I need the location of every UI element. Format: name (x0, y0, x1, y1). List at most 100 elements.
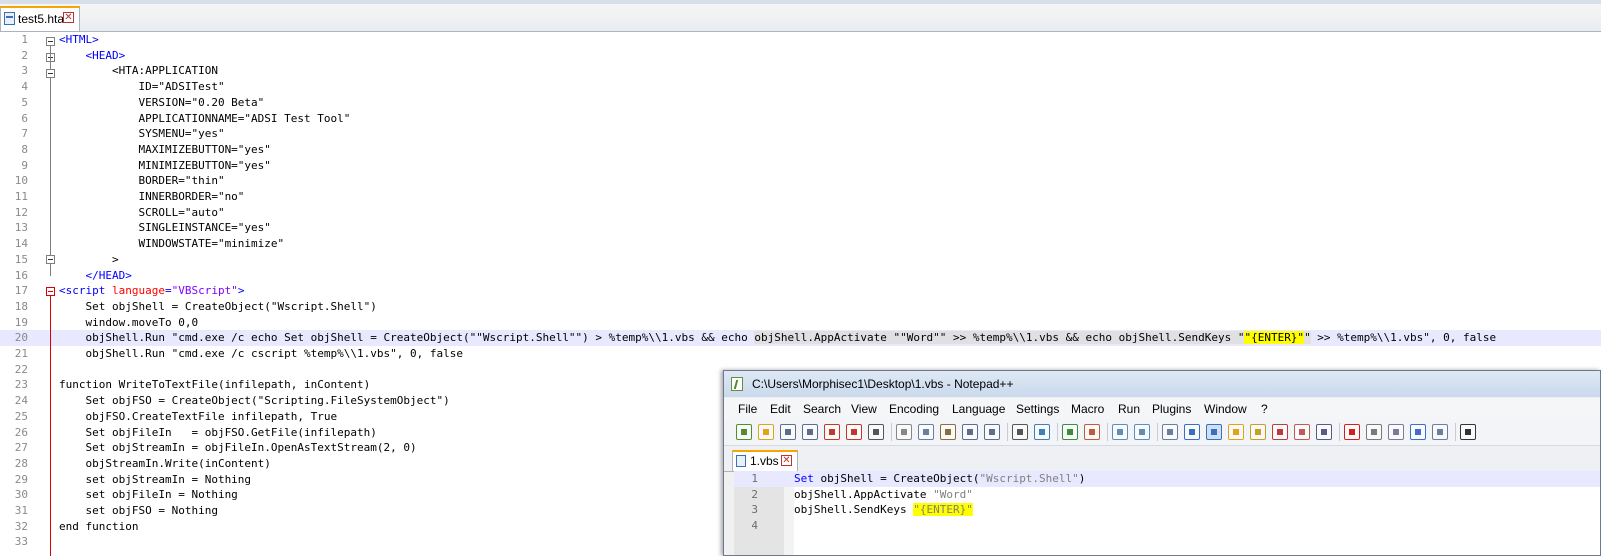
code-line[interactable]: 1 Set objShell = CreateObject("Wscript.Sh… (734, 471, 1600, 487)
print-icon[interactable] (868, 424, 884, 440)
save-all-icon[interactable] (802, 424, 818, 440)
code-line[interactable]: 6 APPLICATIONNAME="ADSI Test Tool" (0, 111, 1601, 127)
tab-test5-hta[interactable]: test5.hta ✕ (0, 6, 80, 31)
doc-map-icon-glyph (1255, 429, 1261, 435)
new-file-icon[interactable] (736, 424, 752, 440)
fold-collapse-icon[interactable] (46, 255, 55, 264)
code-token: "VBScript" (171, 284, 238, 298)
sync-vertical-icon[interactable] (1112, 424, 1128, 440)
print-icon-glyph (873, 429, 879, 435)
folder-workspace-icon[interactable] (1294, 424, 1310, 440)
menu-bar: File Edit Search View Encoding Language … (724, 398, 1600, 419)
code-line[interactable]: 10 BORDER="thin" (0, 173, 1601, 189)
toolbar-separator (1057, 423, 1058, 441)
code-line[interactable]: 7 SYSMENU="yes" (0, 126, 1601, 142)
code-line[interactable]: 1 <HTML> (0, 32, 1601, 48)
play-macro-icon[interactable] (1388, 424, 1404, 440)
user-lang-icon[interactable] (1228, 424, 1244, 440)
window-title-bar[interactable]: C:\Users\Morphisec1\Desktop\1.vbs - Note… (724, 371, 1600, 397)
save-macro-icon[interactable] (1432, 424, 1448, 440)
code-token: <HTA:APPLICATION (59, 64, 218, 78)
code-line[interactable]: 2 <HEAD> (0, 48, 1601, 64)
code-line[interactable]: 18 Set objShell = CreateObject("Wscript.… (0, 299, 1601, 315)
fold-collapse-icon[interactable] (46, 287, 55, 296)
code-line[interactable]: 20 objShell.Run "cmd.exe /c echo Set obj… (0, 330, 1601, 346)
menu-edit[interactable]: Edit (770, 402, 791, 416)
word-wrap-icon[interactable] (1162, 424, 1178, 440)
code-line[interactable]: 21 objShell.Run "cmd.exe /c cscript %tem… (0, 346, 1601, 362)
replace-icon[interactable] (1034, 424, 1050, 440)
indent-guide-icon[interactable] (1206, 424, 1222, 440)
line-number: 24 (14, 394, 28, 408)
code-token: objShell = CreateObject( (813, 472, 980, 485)
line-number: 6 (21, 111, 28, 125)
stop-macro-icon[interactable] (1366, 424, 1382, 440)
code-line[interactable]: 8 MAXIMIZEBUTTON="yes" (0, 142, 1601, 158)
code-line[interactable]: 3 <HTA:APPLICATION (0, 63, 1601, 79)
code-token: <HEAD> (85, 48, 126, 62)
code-token: objShell.AppActivate ""Word"" >> %temp%\… (754, 331, 1245, 345)
show-all-chars-icon[interactable] (1184, 424, 1200, 440)
saved-file-icon (736, 455, 746, 467)
code-line[interactable]: 12 SCROLL="auto" (0, 205, 1601, 221)
fold-collapse-icon[interactable] (46, 37, 55, 46)
redo-icon[interactable] (984, 424, 1000, 440)
notepadpp-editor[interactable]: 1 Set objShell = CreateObject("Wscript.Sh… (734, 471, 1600, 555)
code-line[interactable]: 4 (734, 518, 1600, 534)
code-line[interactable]: 19 window.moveTo 0,0 (0, 315, 1601, 331)
code-line[interactable]: 14 WINDOWSTATE="minimize" (0, 236, 1601, 252)
code-line[interactable]: 2 objShell.AppActivate "Word" (734, 487, 1600, 503)
code-line[interactable]: 15 > (0, 252, 1601, 268)
menu-settings[interactable]: Settings (1016, 402, 1059, 416)
tab-1-vbs[interactable]: 1.vbs ✕ (732, 450, 798, 471)
code-line[interactable]: 3 objShell.SendKeys "{ENTER}" (734, 502, 1600, 518)
menu-search[interactable]: Search (803, 402, 841, 416)
menu-help[interactable]: ? (1261, 402, 1268, 416)
sync-horizontal-icon[interactable] (1134, 424, 1150, 440)
code-line[interactable]: 11 INNERBORDER="no" (0, 189, 1601, 205)
menu-view[interactable]: View (851, 402, 877, 416)
line-code: Set objShell = CreateObject("Wscript.She… (794, 472, 1085, 485)
menu-encoding[interactable]: Encoding (889, 402, 939, 416)
menu-file[interactable]: File (738, 402, 757, 416)
paste-icon[interactable] (940, 424, 956, 440)
menu-run[interactable]: Run (1118, 402, 1140, 416)
fold-collapse-icon[interactable] (46, 69, 55, 78)
code-line[interactable]: 17 <script language="VBScript"> (0, 283, 1601, 299)
find-icon[interactable] (1012, 424, 1028, 440)
open-file-icon[interactable] (758, 424, 774, 440)
copy-icon[interactable] (918, 424, 934, 440)
code-line[interactable]: 9 MINIMIZEBUTTON="yes" (0, 158, 1601, 174)
line-number: 3 (751, 503, 758, 517)
zoom-in-icon[interactable] (1062, 424, 1078, 440)
menu-plugins[interactable]: Plugins (1152, 402, 1191, 416)
line-code: objShell.Run "cmd.exe /c echo Set objShe… (59, 331, 1496, 345)
code-line[interactable]: 5 VERSION="0.20 Beta" (0, 95, 1601, 111)
close-tab-icon[interactable]: ✕ (63, 12, 74, 23)
record-macro-icon[interactable] (1344, 424, 1360, 440)
close-icon[interactable] (824, 424, 840, 440)
monitor-icon[interactable] (1316, 424, 1332, 440)
code-line[interactable]: 16 </HEAD> (0, 268, 1601, 284)
undo-icon[interactable] (962, 424, 978, 440)
zoom-out-icon[interactable] (1084, 424, 1100, 440)
save-icon[interactable] (780, 424, 796, 440)
code-token: " (1304, 331, 1311, 345)
code-token: ID="ADSITest" (59, 80, 225, 94)
cut-icon[interactable] (896, 424, 912, 440)
line-code: MINIMIZEBUTTON="yes" (59, 159, 270, 172)
menu-language[interactable]: Language (952, 402, 1005, 416)
code-token: Set objShell = CreateObject("Wscript.She… (59, 299, 377, 313)
code-line[interactable]: 13 SINGLEINSTANCE="yes" (0, 220, 1601, 236)
hex-icon[interactable] (1460, 424, 1476, 440)
close-tab-icon[interactable]: ✕ (781, 455, 792, 466)
menu-macro[interactable]: Macro (1071, 402, 1104, 416)
doc-map-icon[interactable] (1250, 424, 1266, 440)
code-line[interactable]: 4 ID="ADSITest" (0, 79, 1601, 95)
menu-window[interactable]: Window (1204, 402, 1247, 416)
notepadpp-window[interactable]: C:\Users\Morphisec1\Desktop\1.vbs - Note… (723, 370, 1601, 556)
line-code: APPLICATIONNAME="ADSI Test Tool" (59, 112, 350, 125)
function-list-icon[interactable] (1272, 424, 1288, 440)
run-macro-multiple-icon[interactable] (1410, 424, 1426, 440)
close-all-icon[interactable] (846, 424, 862, 440)
